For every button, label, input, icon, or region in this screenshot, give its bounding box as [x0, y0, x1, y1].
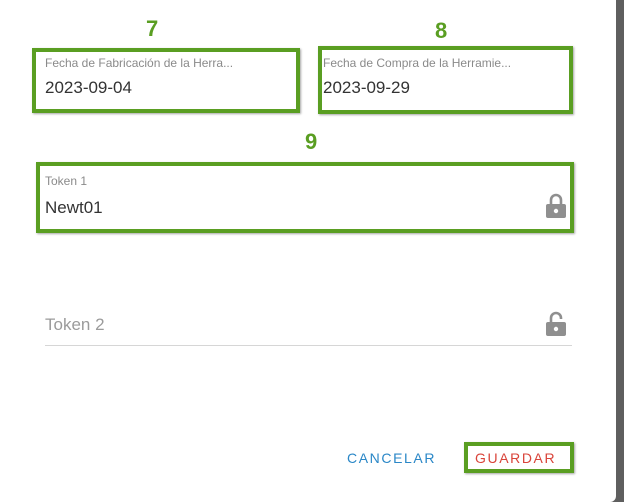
fecha-fabricacion-value[interactable]: 2023-09-04 [45, 78, 132, 98]
token2-underline [45, 345, 572, 346]
step-marker-9: 9 [305, 129, 318, 154]
fecha-compra-field[interactable]: Fecha de Compra de la Herramie... 2023-0… [323, 56, 533, 104]
lock-open-icon[interactable] [545, 311, 567, 337]
step-marker-8: 8 [435, 18, 448, 43]
lock-icon[interactable] [545, 193, 567, 219]
fecha-compra-label: Fecha de Compra de la Herramie... [323, 56, 512, 70]
fecha-fabricacion-label: Fecha de Fabricación de la Herra... [45, 56, 234, 70]
token2-placeholder[interactable]: Token 2 [45, 315, 105, 335]
token2-field[interactable]: Token 2 [45, 310, 572, 346]
fecha-fabricacion-field[interactable]: Fecha de Fabricación de la Herra... 2023… [45, 56, 255, 104]
token1-label: Token 1 [45, 174, 88, 188]
fecha-compra-value[interactable]: 2023-09-29 [323, 78, 410, 98]
token1-value[interactable]: Newt01 [45, 198, 103, 218]
cancel-button[interactable]: CANCELAR [347, 450, 436, 466]
tool-dialog: 7 8 9 Fecha de Fabricación de la Herra..… [0, 0, 616, 502]
step-marker-7: 7 [146, 16, 159, 41]
token1-field[interactable]: Token 1 Newt01 [45, 174, 570, 222]
save-button[interactable]: GUARDAR [475, 450, 556, 466]
